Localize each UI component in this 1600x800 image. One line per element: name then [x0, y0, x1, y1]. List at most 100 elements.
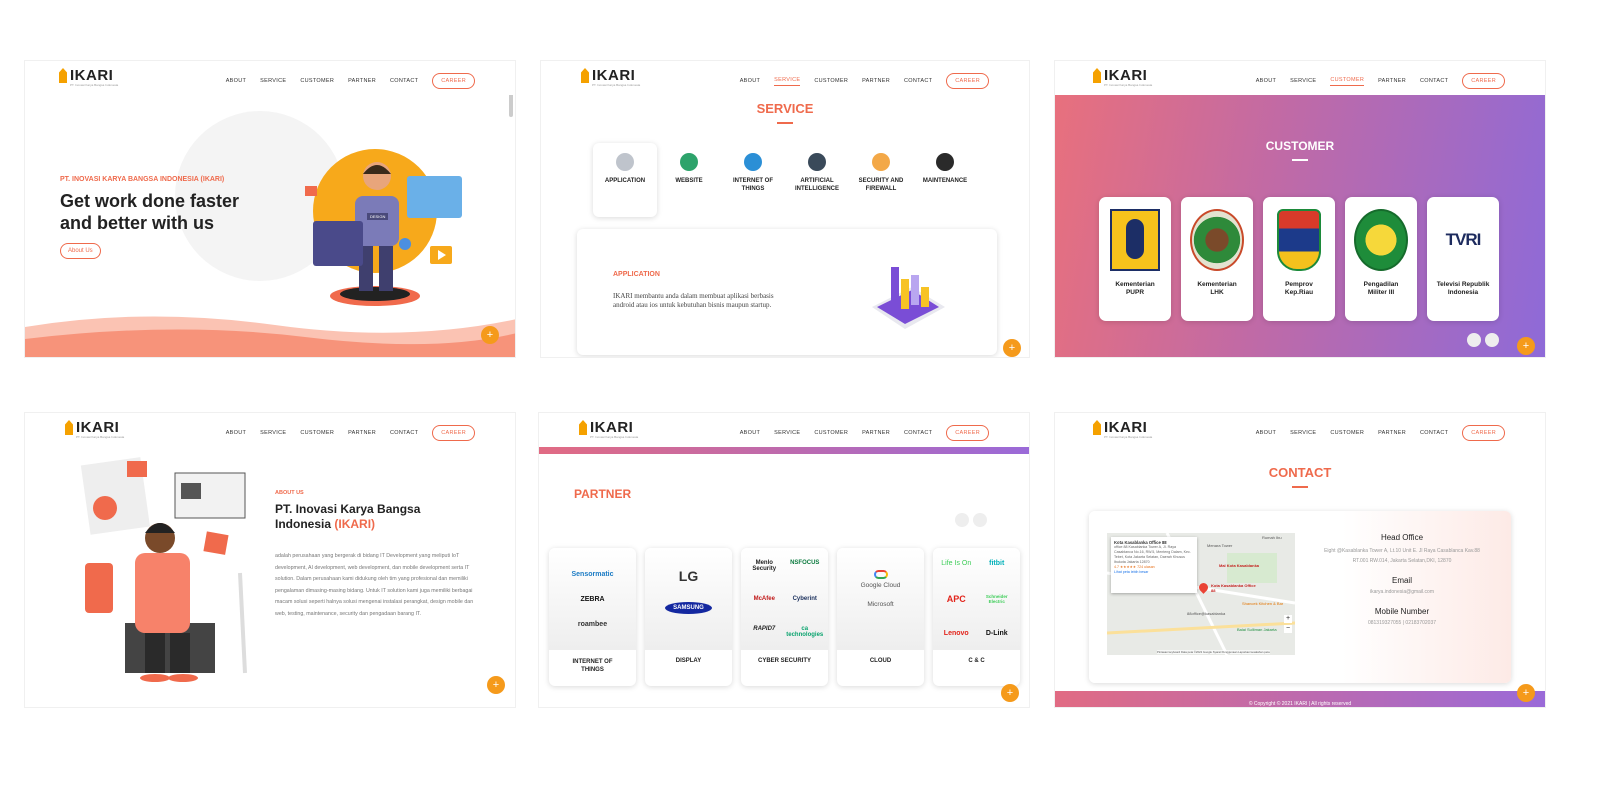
nav-contact[interactable]: CONTACT — [1420, 78, 1448, 84]
nav-about[interactable]: ABOUT — [1256, 78, 1276, 84]
section-title: CONTACT — [1268, 465, 1332, 480]
customer-card: Pengadilan Militer III — [1345, 197, 1417, 321]
nav-partner[interactable]: PARTNER — [348, 78, 376, 84]
nav-about[interactable]: ABOUT — [226, 430, 246, 436]
map-zoom-in[interactable]: + — [1284, 615, 1292, 623]
service-tab-iot[interactable]: INTERNET OF THINGS — [721, 153, 785, 193]
fab-button[interactable]: + — [481, 326, 499, 344]
maintenance-icon — [936, 153, 954, 171]
fab-button[interactable]: + — [487, 676, 505, 694]
logo-flame-icon — [65, 420, 73, 435]
logo[interactable]: IKARI PT. Inovasi Karya Bangsa Indonesia — [1093, 420, 1152, 439]
about-illustration — [80, 457, 247, 682]
pupr-logo — [1110, 209, 1160, 271]
nav-about[interactable]: ABOUT — [1256, 430, 1276, 436]
nav-contact[interactable]: CONTACT — [390, 78, 418, 84]
nav-menu: ABOUT SERVICE CUSTOMER PARTNER CONTACT C… — [740, 73, 989, 89]
map-footer: Pintasan keyboard Data peta ©2022 Google… — [1157, 650, 1270, 654]
fab-button[interactable]: + — [1001, 684, 1019, 702]
website-icon — [680, 153, 698, 171]
carousel-next[interactable] — [1485, 333, 1499, 347]
logo[interactable]: IKARI PT. Inovasi Karya Bangsa Indonesia — [581, 68, 640, 87]
nav-menu: ABOUT SERVICE CUSTOMER PARTNER CONTACT C… — [226, 425, 475, 441]
logo[interactable]: IKARI PT. Inovasi Karya Bangsa Indonesia — [1093, 68, 1152, 87]
career-button[interactable]: CAREER — [946, 425, 989, 441]
career-button[interactable]: CAREER — [946, 73, 989, 89]
customer-card: Kementerian PUPR — [1099, 197, 1171, 321]
nav-about[interactable]: ABOUT — [226, 78, 246, 84]
navbar: IKARI PT. Inovasi Karya Bangsa Indonesia … — [1055, 61, 1545, 95]
nav-menu: ABOUT SERVICE CUSTOMER PARTNER CONTACT C… — [740, 425, 989, 441]
logo-flame-icon — [59, 68, 67, 83]
nav-customer[interactable]: CUSTOMER — [300, 430, 334, 436]
nav-about[interactable]: ABOUT — [740, 430, 760, 436]
fab-button[interactable]: + — [1517, 684, 1535, 702]
nav-service[interactable]: SERVICE — [774, 430, 800, 436]
service-tab-application[interactable]: APPLICATION — [593, 153, 657, 193]
app-chart-illustration — [872, 267, 945, 329]
map-zoom-out[interactable]: − — [1284, 625, 1292, 633]
career-button[interactable]: CAREER — [432, 73, 475, 89]
google-map[interactable]: Kota Kasablanka Office 88 office 88 Kasa… — [1107, 533, 1295, 655]
nav-contact[interactable]: CONTACT — [1420, 430, 1448, 436]
service-tab-security[interactable]: SECURITY AND FIREWALL — [849, 153, 913, 193]
carousel-next[interactable] — [973, 513, 987, 527]
nav-contact[interactable]: CONTACT — [904, 78, 932, 84]
service-tab-website[interactable]: WEBSITE — [657, 153, 721, 193]
nav-customer[interactable]: CUSTOMER — [300, 78, 334, 84]
logo[interactable]: IKARI PT. Inovasi Karya Bangsa Indonesia — [59, 68, 118, 87]
nav-menu: ABOUT SERVICE CUSTOMER PARTNER CONTACT C… — [1256, 73, 1505, 89]
partner-card-cyber: Menlo Security NSFOCUS McAfee Cyberint R… — [741, 548, 828, 686]
section-header: SERVICE — [541, 101, 1029, 124]
about-us-button[interactable]: About Us — [60, 243, 101, 259]
career-button[interactable]: CAREER — [1462, 425, 1505, 441]
fab-button[interactable]: + — [1517, 337, 1535, 355]
service-tab-maintenance[interactable]: MAINTENANCE — [913, 153, 977, 193]
kepri-logo — [1277, 209, 1321, 271]
contact-info: Head Office Eight @Kasablanka Tower A, L… — [1324, 533, 1480, 626]
nav-partner[interactable]: PARTNER — [862, 78, 890, 84]
nav-service[interactable]: SERVICE — [1290, 430, 1316, 436]
nav-service[interactable]: SERVICE — [260, 430, 286, 436]
nav-service[interactable]: SERVICE — [260, 78, 286, 84]
hero-badge: DESIGN — [367, 213, 389, 220]
google-cloud-icon — [873, 570, 888, 579]
nav-partner[interactable]: PARTNER — [348, 430, 376, 436]
map-infobox: Kota Kasablanka Office 88 office 88 Kasa… — [1111, 537, 1197, 593]
nav-service[interactable]: SERVICE — [774, 77, 801, 86]
logo[interactable]: IKARI PT. Inovasi Karya Bangsa Indonesia — [65, 420, 124, 439]
navbar: IKARI PT. Inovasi Karya Bangsa Indonesia … — [541, 61, 1029, 95]
section-header: CONTACT — [1055, 465, 1545, 488]
nav-contact[interactable]: CONTACT — [390, 430, 418, 436]
logo-flame-icon — [1093, 68, 1101, 83]
logo[interactable]: IKARI PT. Inovasi Karya Bangsa Indonesia — [579, 420, 638, 439]
nav-service[interactable]: SERVICE — [1290, 78, 1316, 84]
fab-button[interactable]: + — [1003, 339, 1021, 357]
navbar: IKARI PT. Inovasi Karya Bangsa Indonesia … — [25, 61, 515, 95]
nav-partner[interactable]: PARTNER — [1378, 78, 1406, 84]
service-tab-ai[interactable]: ARTIFICIAL INTELLIGENCE — [785, 153, 849, 193]
nav-contact[interactable]: CONTACT — [904, 430, 932, 436]
carousel-prev[interactable] — [955, 513, 969, 527]
security-icon — [872, 153, 890, 171]
footer-bar: © Copyright © 2021 IKARI | All rights re… — [1055, 691, 1545, 707]
career-button[interactable]: CAREER — [1462, 73, 1505, 89]
nav-customer[interactable]: CUSTOMER — [1330, 430, 1364, 436]
carousel-prev[interactable] — [1467, 333, 1481, 347]
nav-customer[interactable]: CUSTOMER — [814, 78, 848, 84]
copyright: © Copyright © 2021 IKARI | All rights re… — [1248, 701, 1352, 707]
nav-customer[interactable]: CUSTOMER — [814, 430, 848, 436]
nav-partner[interactable]: PARTNER — [1378, 430, 1406, 436]
navbar: IKARI PT. Inovasi Karya Bangsa Indonesia … — [539, 413, 1029, 447]
nav-partner[interactable]: PARTNER — [862, 430, 890, 436]
lhk-logo — [1190, 209, 1244, 271]
partner-logos: Sensormatic ZEBRA roambee — [549, 548, 636, 650]
nav-customer[interactable]: CUSTOMER — [1330, 77, 1365, 86]
iot-icon — [744, 153, 762, 171]
customer-carousel: Kementerian PUPR Kementerian LHK Pemprov… — [1099, 197, 1499, 321]
nav-about[interactable]: ABOUT — [740, 78, 760, 84]
logo-flame-icon — [579, 420, 587, 435]
nav-menu: ABOUT SERVICE CUSTOMER PARTNER CONTACT C… — [1256, 425, 1505, 441]
about-title-2: Indonesia (IKARI) — [275, 517, 376, 531]
career-button[interactable]: CAREER — [432, 425, 475, 441]
